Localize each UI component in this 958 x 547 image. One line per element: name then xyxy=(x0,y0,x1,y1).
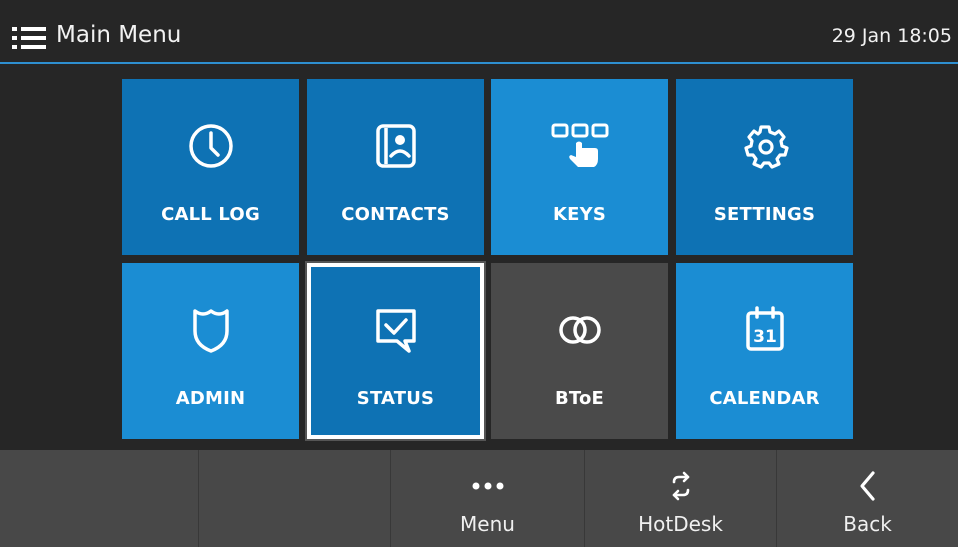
softkey-back[interactable]: Back xyxy=(776,450,958,547)
contacts-book-icon xyxy=(375,124,416,168)
softkey-hotdesk[interactable]: HotDesk xyxy=(584,450,776,547)
tile-status[interactable]: STATUS xyxy=(307,263,484,439)
tile-admin[interactable]: ADMIN xyxy=(122,263,299,439)
keypad-touch-icon xyxy=(551,123,608,167)
list-menu-icon[interactable] xyxy=(12,26,46,50)
tile-label: CALENDAR xyxy=(709,388,820,409)
tile-label: SETTINGS xyxy=(713,204,816,225)
softkey-empty-1[interactable] xyxy=(0,450,198,547)
tile-label: CONTACTS xyxy=(341,204,450,225)
page-title: Main Menu xyxy=(56,22,182,48)
softkey-label: Back xyxy=(843,512,892,536)
softkey-label: Menu xyxy=(460,512,515,536)
tile-call-log[interactable]: CALL LOG xyxy=(122,79,299,255)
softkey-menu[interactable]: Menu xyxy=(390,450,584,547)
tile-calendar[interactable]: 31 CALENDAR xyxy=(676,263,853,439)
tile-label: BToE xyxy=(554,388,605,409)
tile-btoe[interactable]: BToE xyxy=(491,263,668,439)
softkey-label: HotDesk xyxy=(638,512,723,536)
tile-keys[interactable]: KEYS xyxy=(491,79,668,255)
date-time: 29 Jan 18:05 xyxy=(831,25,952,47)
tile-label: STATUS xyxy=(356,388,435,409)
main-menu-grid: CALL LOG CONTACTS KEYS SETTINGS ADMIN ST… xyxy=(122,79,854,440)
top-bar: Main Menu 29 Jan 18:05 xyxy=(0,0,958,64)
softkey-bar: Menu HotDesk Back xyxy=(0,450,958,547)
linked-rings-icon xyxy=(558,316,601,344)
clock-icon xyxy=(188,124,233,168)
swap-arrows-icon xyxy=(672,471,689,501)
gear-icon xyxy=(743,125,789,169)
tile-label: KEYS xyxy=(552,204,607,225)
tile-label: CALL LOG xyxy=(161,204,260,225)
softkey-empty-2[interactable] xyxy=(198,450,390,547)
more-dots-icon xyxy=(472,482,503,490)
status-check-icon xyxy=(375,309,416,353)
calendar-icon: 31 xyxy=(745,306,784,351)
calendar-day-number: 31 xyxy=(753,327,777,347)
chevron-left-icon xyxy=(859,471,875,501)
tile-settings[interactable]: SETTINGS xyxy=(676,79,853,255)
tile-label: ADMIN xyxy=(175,388,246,409)
tile-contacts[interactable]: CONTACTS xyxy=(307,79,484,255)
shield-icon xyxy=(192,309,229,353)
